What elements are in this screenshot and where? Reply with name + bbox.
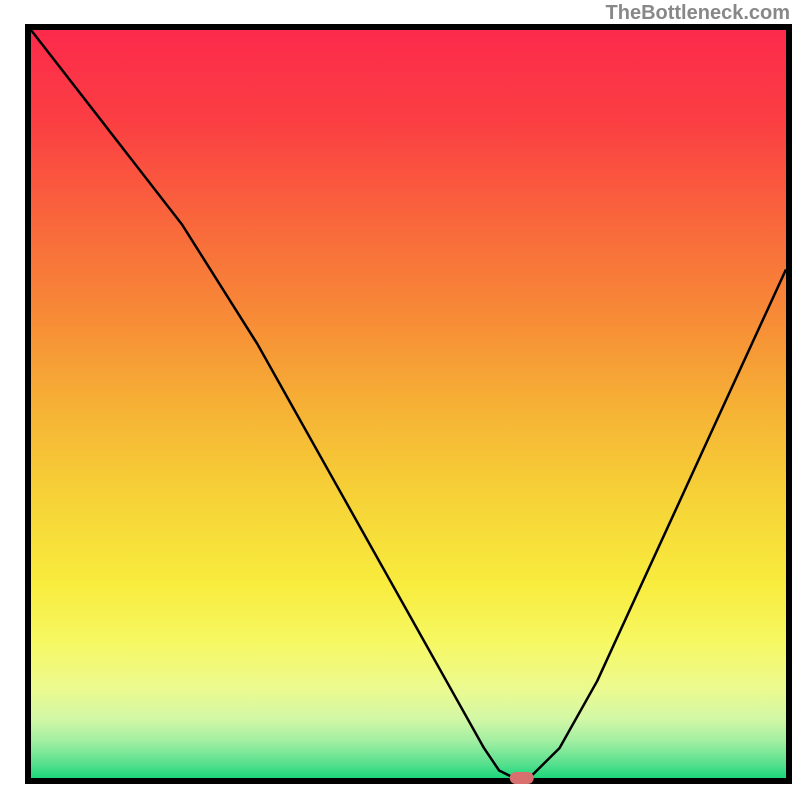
optimal-point-marker (510, 772, 534, 784)
watermark-text: TheBottleneck.com (606, 2, 790, 25)
bottleneck-chart (0, 0, 800, 800)
chart-container: TheBottleneck.com (0, 0, 800, 800)
gradient-background (31, 30, 786, 778)
